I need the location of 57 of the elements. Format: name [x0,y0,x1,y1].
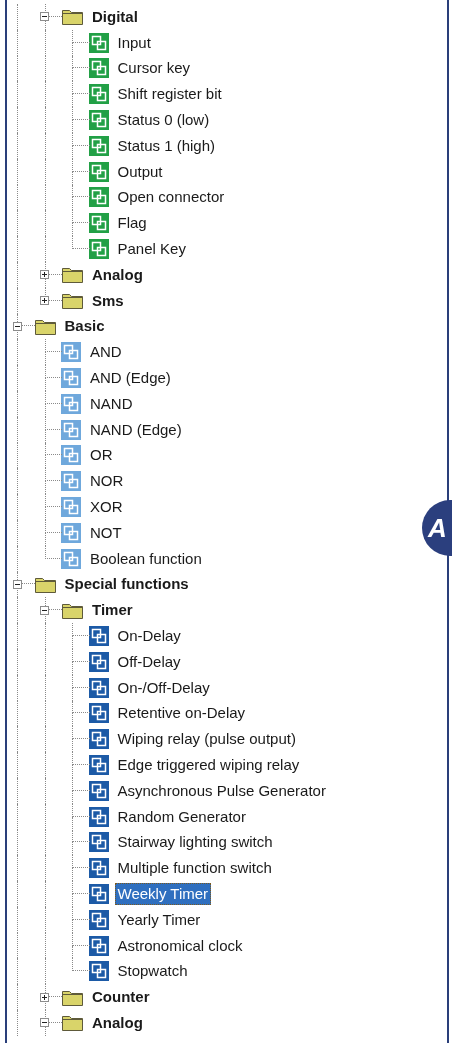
folder-icon [62,8,83,26]
folder-icon [34,575,56,593]
tree-item[interactable]: Open connector [114,186,228,209]
expander-toggle[interactable] [40,270,49,280]
expander-toggle[interactable] [12,579,22,589]
expander-toggle[interactable] [40,296,49,306]
tree-item[interactable]: Random Generator [114,805,249,828]
tree-item[interactable]: Output [114,160,166,183]
tree-item[interactable]: Input [114,31,154,54]
tree-item[interactable]: Off-Delay [114,650,184,673]
folder-icon [62,266,83,284]
expander-toggle[interactable] [40,605,49,615]
tree-item[interactable]: Digital [89,5,141,28]
tree-item[interactable]: Wiping relay (pulse output) [114,728,299,751]
tree-item[interactable]: Stairway lighting switch [114,831,276,854]
tree-item[interactable]: Basic [61,315,108,338]
folder-icon [34,317,56,335]
tree-item[interactable]: Cursor key [114,57,194,80]
tree-item[interactable]: Status 1 (high) [114,134,219,157]
expander-toggle[interactable] [40,1018,49,1028]
tree-item[interactable]: Timer [89,599,136,622]
tree-item[interactable]: Shift register bit [114,83,225,106]
folder-icon [62,292,83,310]
tree-item[interactable]: NOT [87,521,125,544]
folder-icon [62,988,83,1006]
tree-item[interactable]: AND (Edge) [87,367,174,390]
expander-toggle[interactable] [12,321,22,331]
tree-item[interactable]: Astronomical clock [114,934,246,957]
tree-item[interactable]: Boolean function [87,547,205,570]
folder-icon [62,1014,83,1032]
tree-item[interactable]: Yearly Timer [114,908,204,931]
tree-item[interactable]: Special functions [61,573,192,596]
tree-item[interactable]: Analog [89,263,146,286]
tree-item[interactable]: Sms [89,289,127,312]
tree-item[interactable]: OR [87,444,116,467]
tree-item[interactable]: NOR [87,470,127,493]
expander-toggle[interactable] [40,992,49,1002]
tree-item[interactable]: Edge triggered wiping relay [114,754,303,776]
tree-item[interactable]: NAND [87,392,136,415]
tree-item[interactable]: Flag [114,212,150,235]
tree-item[interactable]: On-/Off-Delay [114,676,213,699]
tree-item[interactable]: On-Delay [114,625,184,647]
tree-item[interactable]: Status 0 (low) [114,109,213,132]
tree-item[interactable]: XOR [87,496,126,519]
tree-item[interactable]: Retentive on-Delay [114,702,249,725]
tree-item[interactable]: Counter [89,986,153,1009]
tree-item[interactable]: Panel Key [114,238,189,261]
tree-item[interactable]: Stopwatch [114,960,191,983]
tree-item[interactable]: Weekly Timer [114,883,212,905]
tree-item[interactable]: NAND (Edge) [87,418,185,441]
tree-item[interactable]: Analog [89,1011,146,1034]
tree-item[interactable]: Multiple function switch [114,857,275,880]
expander-toggle[interactable] [40,12,49,22]
folder-icon [62,601,83,619]
tree-item[interactable]: AND [87,341,125,364]
section-badge: A [422,500,452,556]
tree-item[interactable]: Asynchronous Pulse Generator [114,779,329,802]
